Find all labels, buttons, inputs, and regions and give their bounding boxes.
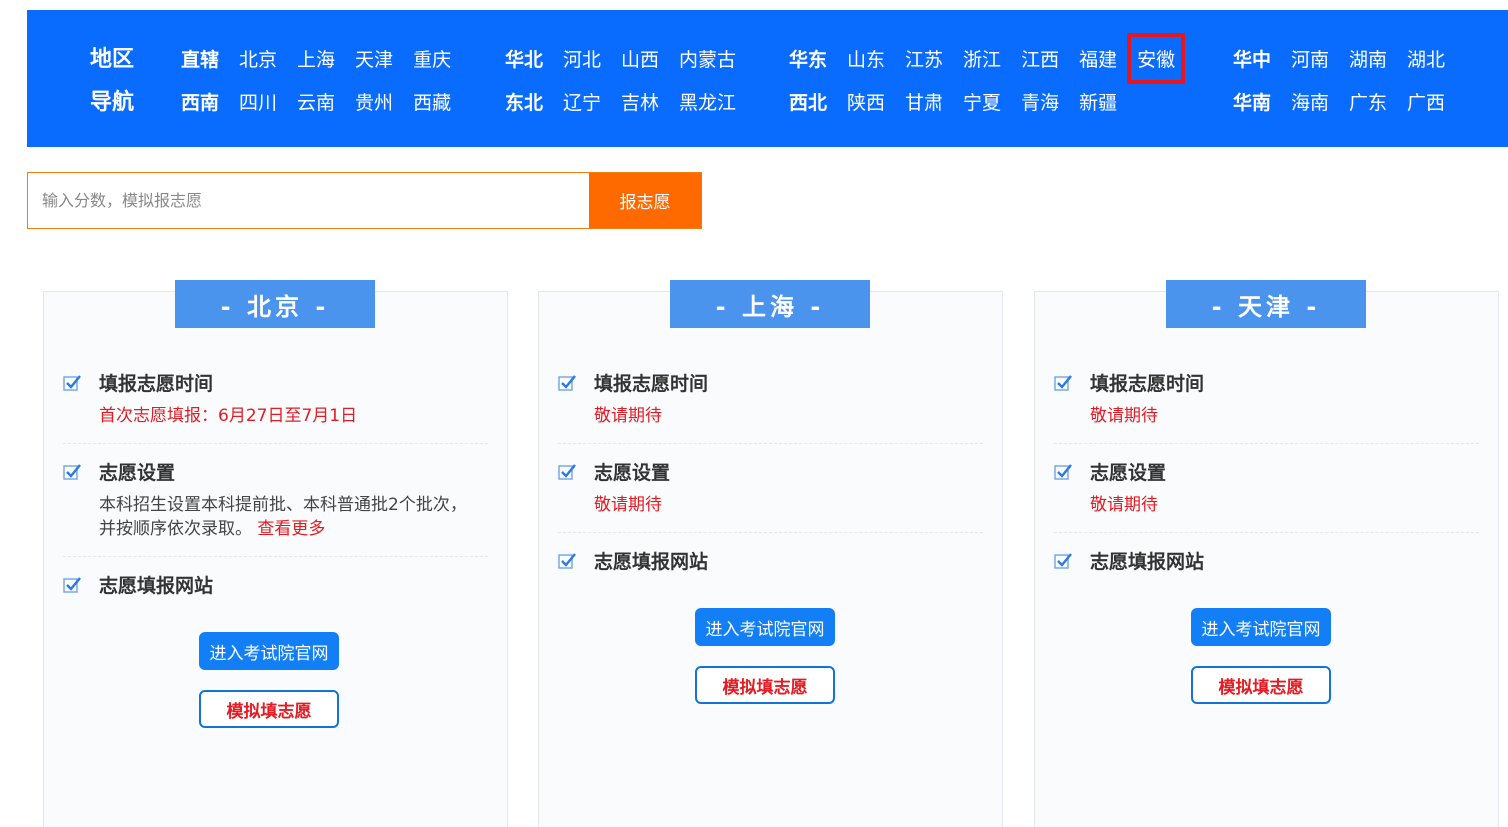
section-title: 志愿设置 [1090, 461, 1167, 484]
section-title: 填报志愿时间 [1090, 372, 1205, 395]
simulate-apply-button[interactable]: 模拟填志愿 [199, 690, 339, 728]
card-title: - 上海 - [670, 280, 870, 328]
section-website: 志愿填报网站 [63, 570, 488, 600]
province-link-hunan[interactable]: 湖南 [1349, 45, 1387, 72]
region-nav-title: 地区 [90, 47, 135, 72]
region-group-huadong: 华东 山东 江苏 浙江 江西 福建 安徽 [789, 32, 1195, 84]
apply-time-value: 敬请期待 [1090, 406, 1158, 426]
province-link-neimenggu[interactable]: 内蒙古 [679, 45, 736, 72]
province-link-jiangxi[interactable]: 江西 [1021, 45, 1059, 72]
province-link-hainan[interactable]: 海南 [1291, 88, 1329, 115]
settings-value: 本科招生设置本科提前批、本科普通批2个批次，并按顺序依次录取。 查看更多 [99, 493, 479, 541]
province-link-hebei[interactable]: 河北 [563, 45, 601, 72]
section-title: 志愿填报网站 [1090, 550, 1205, 573]
province-link-shaanxi[interactable]: 陕西 [847, 88, 885, 115]
section-title: 填报志愿时间 [99, 372, 214, 395]
settings-value: 敬请期待 [1090, 495, 1158, 515]
simulate-apply-button[interactable]: 模拟填志愿 [1191, 666, 1331, 704]
official-site-button[interactable]: 进入考试院官网 [1191, 608, 1331, 646]
province-link-shanxi[interactable]: 山西 [621, 45, 659, 72]
region-nav: 地区 导航 直辖 北京 上海 天津 重庆 西南 四川 云南 贵州 西藏 华北 河… [27, 10, 1508, 147]
province-link-liaoning[interactable]: 辽宁 [563, 88, 601, 115]
simulate-apply-button[interactable]: 模拟填志愿 [695, 666, 835, 704]
section-website: 志愿填报网站 [1054, 546, 1479, 576]
province-link-qinghai[interactable]: 青海 [1021, 88, 1059, 115]
checkbox-icon [1054, 553, 1072, 569]
province-link-heilongjiang[interactable]: 黑龙江 [679, 88, 736, 115]
province-link-xizang[interactable]: 西藏 [413, 88, 451, 115]
section-title: 志愿设置 [594, 461, 671, 484]
apply-time-value: 首次志愿填报：6月27日至7月1日 [99, 406, 358, 426]
province-link-chongqing[interactable]: 重庆 [413, 45, 451, 72]
checkbox-icon [1054, 375, 1072, 391]
checkbox-icon [558, 375, 576, 391]
official-site-button[interactable]: 进入考试院官网 [199, 632, 339, 670]
province-link-jilin[interactable]: 吉林 [621, 88, 659, 115]
province-link-shanghai[interactable]: 上海 [297, 45, 335, 72]
region-group-label: 华东 [789, 48, 828, 71]
province-link-henan[interactable]: 河南 [1291, 45, 1329, 72]
section-title: 填报志愿时间 [594, 372, 709, 395]
section-apply-time: 填报志愿时间 敬请期待 [558, 368, 983, 444]
region-group-xinan: 西南 四川 云南 贵州 西藏 [181, 86, 471, 116]
region-group-label: 直辖 [181, 48, 220, 71]
section-website: 志愿填报网站 [558, 546, 983, 576]
section-title: 志愿填报网站 [594, 550, 709, 573]
province-link-ningxia[interactable]: 宁夏 [963, 88, 1001, 115]
province-link-anhui[interactable]: 安徽 [1127, 32, 1186, 84]
card-shanghai: - 上海 - 填报志愿时间 敬请期待 志愿设置 敬请期待 志愿填报网站 进入考试… [538, 280, 1003, 827]
region-group-label: 东北 [505, 91, 544, 114]
checkbox-icon [558, 553, 576, 569]
card-tianjin: - 天津 - 填报志愿时间 敬请期待 志愿设置 敬请期待 志愿填报网站 进入考试… [1034, 280, 1499, 827]
province-link-fujian[interactable]: 福建 [1079, 45, 1117, 72]
card-beijing: - 北京 - 填报志愿时间 首次志愿填报：6月27日至7月1日 志愿设置 本科招… [43, 280, 508, 827]
province-link-xinjiang[interactable]: 新疆 [1079, 88, 1117, 115]
apply-time-value: 敬请期待 [594, 406, 662, 426]
card-title: - 北京 - [175, 280, 375, 328]
province-link-gansu[interactable]: 甘肃 [905, 88, 943, 115]
checkbox-icon [63, 375, 81, 391]
region-group-label: 西北 [789, 91, 828, 114]
section-settings: 志愿设置 本科招生设置本科提前批、本科普通批2个批次，并按顺序依次录取。 查看更… [63, 457, 488, 557]
checkbox-icon [558, 464, 576, 480]
score-search-box: 报志愿 [27, 172, 702, 229]
region-group-label: 华南 [1233, 91, 1272, 114]
apply-button[interactable]: 报志愿 [589, 173, 701, 228]
province-link-shandong[interactable]: 山东 [847, 45, 885, 72]
card-title: - 天津 - [1166, 280, 1366, 328]
view-more-link[interactable]: 查看更多 [257, 519, 325, 539]
region-group-label: 华北 [505, 48, 544, 71]
section-apply-time: 填报志愿时间 敬请期待 [1054, 368, 1479, 444]
region-group-huanan: 华南 海南 广东 广西 [1233, 86, 1465, 116]
section-title: 志愿填报网站 [99, 574, 214, 597]
score-input[interactable] [28, 173, 589, 228]
province-link-hubei[interactable]: 湖北 [1407, 45, 1445, 72]
checkbox-icon [63, 464, 81, 480]
region-nav-title: 导航 [90, 90, 135, 115]
section-apply-time: 填报志愿时间 首次志愿填报：6月27日至7月1日 [63, 368, 488, 444]
section-settings: 志愿设置 敬请期待 [558, 457, 983, 533]
province-link-guangxi[interactable]: 广西 [1407, 88, 1445, 115]
section-settings: 志愿设置 敬请期待 [1054, 457, 1479, 533]
region-group-label: 西南 [181, 91, 220, 114]
province-link-beijing[interactable]: 北京 [239, 45, 277, 72]
settings-value: 敬请期待 [594, 495, 662, 515]
region-group-huabei: 华北 河北 山西 内蒙古 [505, 43, 756, 73]
province-link-tianjin[interactable]: 天津 [355, 45, 393, 72]
checkbox-icon [63, 577, 81, 593]
province-link-guangdong[interactable]: 广东 [1349, 88, 1387, 115]
province-link-guizhou[interactable]: 贵州 [355, 88, 393, 115]
region-group-huazhong: 华中 河南 湖南 湖北 [1233, 43, 1465, 73]
checkbox-icon [1054, 464, 1072, 480]
province-link-jiangsu[interactable]: 江苏 [905, 45, 943, 72]
region-group-dongbei: 东北 辽宁 吉林 黑龙江 [505, 86, 756, 116]
province-link-yunnan[interactable]: 云南 [297, 88, 335, 115]
province-link-zhejiang[interactable]: 浙江 [963, 45, 1001, 72]
region-group-label: 华中 [1233, 48, 1272, 71]
region-group-xibei: 西北 陕西 甘肃 宁夏 青海 新疆 [789, 86, 1137, 116]
province-link-sichuan[interactable]: 四川 [239, 88, 277, 115]
section-title: 志愿设置 [99, 461, 176, 484]
region-group-zhixia: 直辖 北京 上海 天津 重庆 [181, 43, 471, 73]
official-site-button[interactable]: 进入考试院官网 [695, 608, 835, 646]
